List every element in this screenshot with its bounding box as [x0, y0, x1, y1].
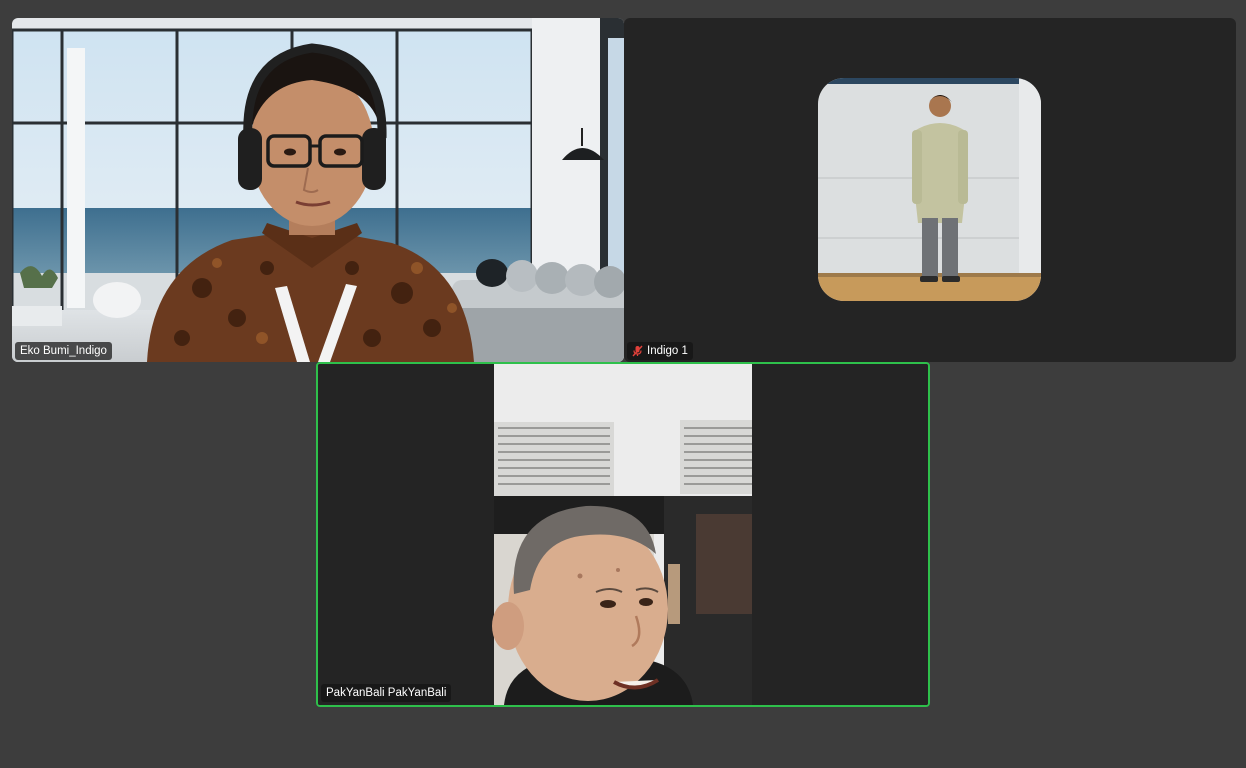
- meeting-gallery-view: Eko Bumi_Indigo Indigo 1 PakYanBali PakY…: [0, 0, 1246, 768]
- participant-name: Indigo 1: [647, 345, 688, 357]
- video-tile-pakyanbali[interactable]: PakYanBali PakYanBali: [316, 362, 930, 707]
- mic-muted-icon: [632, 345, 643, 357]
- participant-name-tag: PakYanBali PakYanBali: [321, 684, 452, 702]
- participant-name-tag: Indigo 1: [627, 342, 693, 360]
- video-tile-eko[interactable]: Eko Bumi_Indigo: [12, 18, 624, 362]
- video-feed-pakyanbali: [318, 364, 928, 705]
- avatar-photo: [818, 78, 1041, 301]
- video-feed-eko: [12, 18, 624, 362]
- participant-name-tag: Eko Bumi_Indigo: [15, 342, 112, 360]
- participant-name: PakYanBali PakYanBali: [326, 687, 447, 699]
- participant-name: Eko Bumi_Indigo: [20, 345, 107, 357]
- video-tile-indigo-1[interactable]: Indigo 1: [624, 18, 1236, 362]
